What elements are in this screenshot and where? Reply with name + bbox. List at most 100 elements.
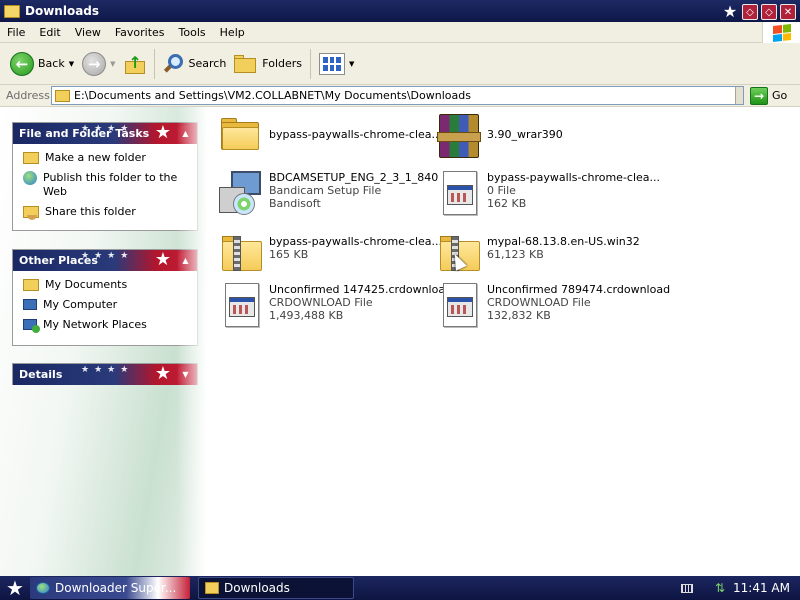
- close-button[interactable]: ✕: [780, 3, 796, 20]
- file-type: Bandicam Setup File: [269, 184, 382, 197]
- minimize-button[interactable]: ◇: [742, 3, 758, 20]
- folder-icon: [55, 89, 70, 102]
- taskbar-button-label: Downloads: [224, 581, 290, 595]
- place-my-network-places[interactable]: My Network Places: [23, 318, 191, 333]
- start-button[interactable]: ★: [0, 576, 30, 600]
- panel-title: Details: [19, 368, 63, 381]
- file-item[interactable]: 3.90_wrar390: [433, 112, 651, 160]
- go-button[interactable]: → Go: [750, 86, 788, 105]
- back-label: Back: [38, 57, 65, 70]
- toolbar-separator: [310, 48, 312, 79]
- file-publisher: Bandisoft: [269, 197, 321, 210]
- window-controls: ★ ◇ ◇ ✕: [721, 2, 796, 21]
- views-button[interactable]: ▼: [315, 46, 358, 82]
- go-label: Go: [772, 89, 788, 102]
- address-input[interactable]: E:\Documents and Settings\VM2.COLLABNET\…: [51, 86, 744, 105]
- file-name: mypal-68.13.8.en-US.win32: [487, 235, 640, 248]
- file-size: 165 KB: [269, 248, 309, 261]
- menu-tools[interactable]: Tools: [172, 26, 213, 39]
- document-icon: [433, 281, 483, 329]
- file-item[interactable]: Unconfirmed 789474.crdownload CRDOWNLOAD…: [433, 281, 670, 329]
- search-label: Search: [188, 57, 227, 70]
- file-name: bypass-paywalls-chrome-clea...: [269, 128, 443, 141]
- network-tray-icon[interactable]: ⇅: [715, 581, 725, 595]
- other-places-panel: ★★★★ ★ Other Places ▲ My Documents My Co…: [12, 249, 198, 346]
- chevron-down-icon[interactable]: ▼: [178, 367, 193, 382]
- folder-icon: [4, 4, 20, 18]
- address-path[interactable]: E:\Documents and Settings\VM2.COLLABNET\…: [74, 89, 735, 102]
- views-icon: [319, 52, 346, 75]
- chevron-up-icon[interactable]: ▲: [178, 253, 193, 268]
- forward-arrow-icon: →: [82, 51, 107, 76]
- maximize-button[interactable]: ◇: [761, 3, 777, 20]
- system-tray: ⇅ 11:41 AM: [680, 576, 800, 600]
- forward-button[interactable]: → ▼: [78, 46, 119, 82]
- task-make-new-folder[interactable]: Make a new folder: [23, 151, 191, 165]
- taskbar-button-label: Downloader Super...: [55, 581, 177, 595]
- network-icon: [23, 319, 40, 333]
- keyboard-icon[interactable]: [680, 583, 693, 593]
- folders-label: Folders: [262, 57, 303, 70]
- taskbar-button-downloader[interactable]: Downloader Super...: [30, 577, 190, 599]
- folder-icon: [215, 112, 265, 160]
- downloader-icon: [36, 582, 50, 594]
- search-button[interactable]: Search: [159, 46, 231, 82]
- file-size: 1,493,488 KB: [269, 309, 344, 322]
- details-header[interactable]: ★★★★ ★ Details ▼: [13, 364, 197, 385]
- clock[interactable]: 11:41 AM: [733, 581, 790, 595]
- file-item[interactable]: bypass-paywalls-chrome-clea...: [215, 112, 442, 160]
- file-type: CRDOWNLOAD File: [269, 296, 373, 309]
- up-button[interactable]: ↑: [120, 46, 150, 82]
- menu-file[interactable]: File: [0, 26, 32, 39]
- panel-title: File and Folder Tasks: [19, 127, 150, 140]
- chevron-down-icon[interactable]: ▼: [69, 60, 74, 68]
- new-folder-icon: [23, 152, 39, 164]
- toolbar-separator: [153, 48, 155, 79]
- address-bar: Address E:\Documents and Settings\VM2.CO…: [0, 85, 800, 107]
- file-item[interactable]: mypal-68.13.8.en-US.win32 61,123 KB: [433, 229, 651, 277]
- file-size: 61,123 KB: [487, 248, 544, 261]
- menu-view[interactable]: View: [68, 26, 108, 39]
- file-name: bypass-paywalls-chrome-clea...: [269, 235, 443, 248]
- file-tasks-header[interactable]: ★★★★ ★ File and Folder Tasks ▲: [13, 123, 197, 144]
- place-my-computer[interactable]: My Computer: [23, 298, 191, 312]
- file-name: Unconfirmed 147425.crdownload: [269, 283, 453, 296]
- task-share-folder[interactable]: Share this folder: [23, 205, 191, 220]
- windows-logo-icon: [762, 22, 800, 43]
- menu-favorites[interactable]: Favorites: [108, 26, 172, 39]
- zip-folder-icon: [215, 229, 265, 277]
- chevron-down-icon[interactable]: ▼: [349, 60, 354, 68]
- back-button[interactable]: ← Back ▼: [6, 46, 78, 82]
- title-bar: Downloads ★ ◇ ◇ ✕: [0, 0, 800, 22]
- file-item[interactable]: BDCAMSETUP_ENG_2_3_1_840 Bandicam Setup …: [215, 169, 438, 217]
- chevron-up-icon[interactable]: ▲: [178, 126, 193, 141]
- task-pane: ★★★★ ★ File and Folder Tasks ▲ Make a ne…: [0, 107, 207, 576]
- globe-icon: [23, 171, 37, 185]
- file-type: 0 File: [487, 184, 516, 197]
- star-icon: ★: [154, 123, 171, 143]
- taskbar-button-downloads[interactable]: Downloads: [198, 577, 354, 599]
- task-publish-folder[interactable]: Publish this folder to the Web: [23, 171, 191, 199]
- folders-button[interactable]: Folders: [230, 46, 306, 82]
- chevron-down-icon[interactable]: ▼: [110, 60, 115, 68]
- place-my-documents[interactable]: My Documents: [23, 278, 191, 292]
- address-dropdown-button[interactable]: [735, 87, 743, 104]
- file-list: bypass-paywalls-chrome-clea... 3.90_wrar…: [207, 107, 800, 576]
- computer-icon: [23, 299, 37, 310]
- file-tasks-panel: ★★★★ ★ File and Folder Tasks ▲ Make a ne…: [12, 122, 198, 231]
- other-places-header[interactable]: ★★★★ ★ Other Places ▲: [13, 250, 197, 271]
- file-size: 132,832 KB: [487, 309, 551, 322]
- file-item[interactable]: Unconfirmed 147425.crdownload CRDOWNLOAD…: [215, 281, 452, 329]
- menu-help[interactable]: Help: [213, 26, 252, 39]
- star-icon: ★: [154, 250, 171, 270]
- file-type: CRDOWNLOAD File: [487, 296, 591, 309]
- details-panel: ★★★★ ★ Details ▼: [12, 363, 198, 385]
- file-item[interactable]: bypass-paywalls-chrome-clea... 165 KB: [215, 229, 442, 277]
- go-arrow-icon: →: [750, 86, 768, 105]
- file-name: BDCAMSETUP_ENG_2_3_1_840: [269, 171, 439, 184]
- winrar-icon: [433, 112, 483, 160]
- menu-edit[interactable]: Edit: [32, 26, 67, 39]
- taskbar: ★ Downloader Super... Downloads ⇅ 11:41 …: [0, 576, 800, 600]
- file-item[interactable]: bypass-paywalls-chrome-clea... 0 File 16…: [433, 169, 660, 217]
- back-arrow-icon: ←: [10, 51, 34, 76]
